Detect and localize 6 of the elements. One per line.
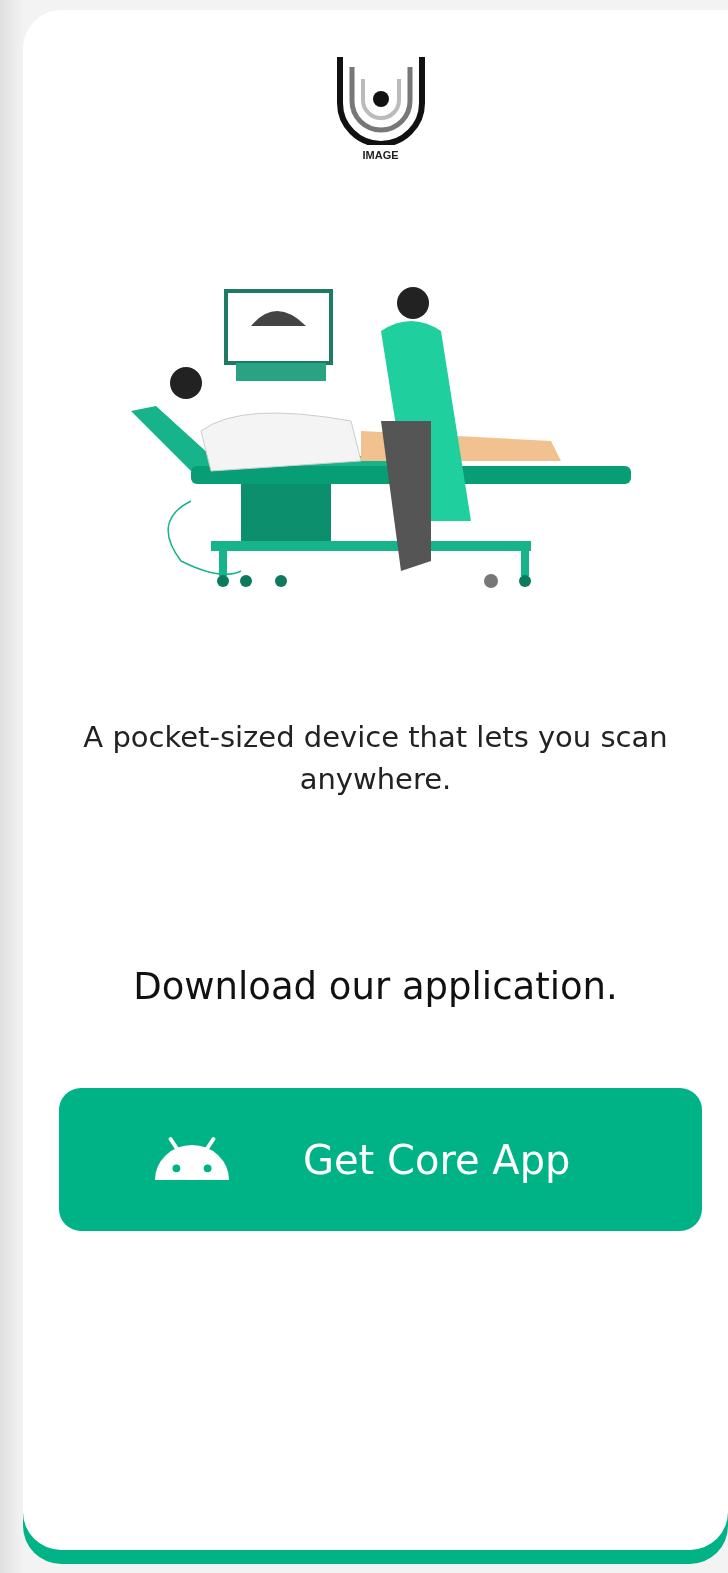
android-icon: [153, 1137, 231, 1183]
logo-icon: [335, 55, 426, 145]
download-prompt-text: Download our application.: [133, 965, 618, 1009]
get-app-button[interactable]: Get Core App: [59, 1088, 702, 1232]
logo-text: IMAGE: [362, 149, 399, 161]
tagline-text: A pocket-sized device that lets you scan anywhere.: [82, 719, 669, 799]
